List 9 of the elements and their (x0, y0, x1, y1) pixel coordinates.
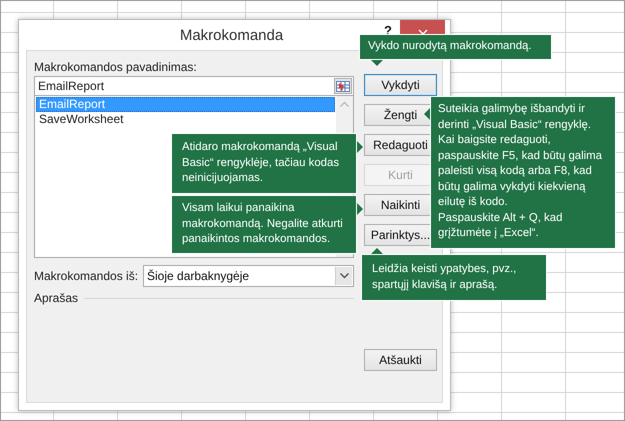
callout-tooltip: Leidžia keisti ypatybes, pvz., spartųjį klavišą ir aprašą. (361, 254, 547, 301)
field-label: Makrokomandos pavadinimas: (34, 60, 198, 74)
callout-tooltip: Visam laikui panaikina makrokomandą. Negalite atkurti panaikintos makrokomandos. (171, 195, 357, 254)
callout-tooltip: Vykdo nurodytą makrokomandą. (359, 34, 552, 60)
callout-tooltip: Atidaro makrokomandą „Visual Basic“ rengyklėje, tačiau kodas neinicijuojamas. (171, 133, 357, 194)
section-label: Aprašas (34, 291, 78, 305)
field-label: Makrokomandos iš: (34, 269, 140, 283)
callout-tooltip: Suteikia galimybę išbandyti ir derinti „Visual Basic“ rengyklę. Kai baigsite redaguoti, paspauskite F5, kad būtų galima paleisti visą kodą arba F8, kad būtų galima vykdyti kiekvieną eilutę iš kodo. Paspauskite Alt + Q, kad grįžtumėte į „Excel“. (430, 96, 616, 248)
window-title: Makrokomanda (178, 26, 284, 44)
